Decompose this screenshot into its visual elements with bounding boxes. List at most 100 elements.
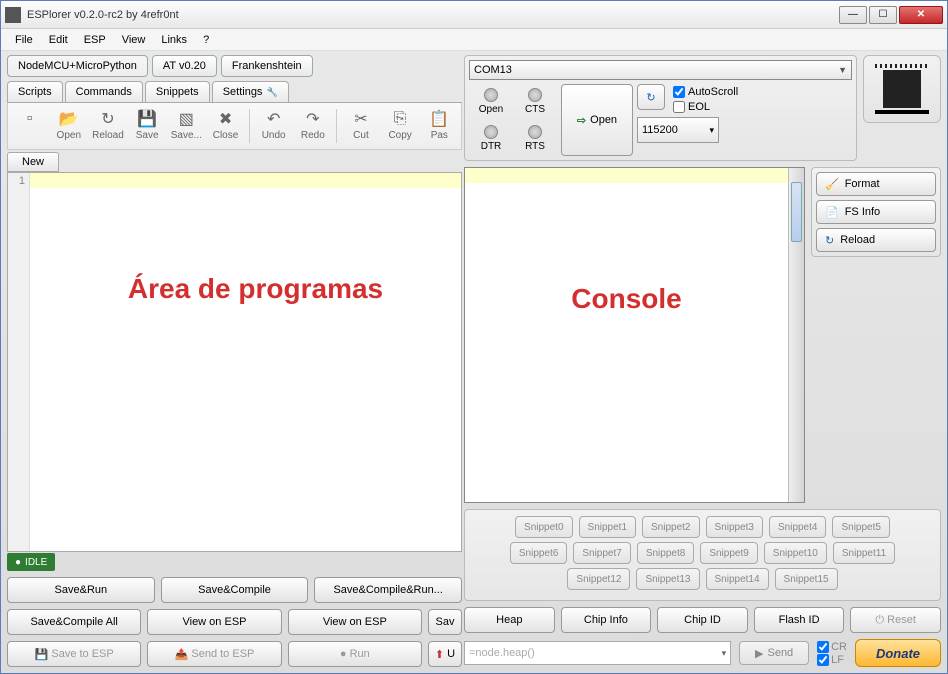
- file-tab-new[interactable]: New: [7, 152, 59, 172]
- send-to-esp-button[interactable]: 📤 Send to ESP: [147, 641, 281, 667]
- tb-close[interactable]: ✖Close: [206, 107, 245, 143]
- refresh-ports-button[interactable]: ↻: [637, 84, 665, 110]
- snippet-10[interactable]: Snippet10: [764, 542, 827, 564]
- snippet-12[interactable]: Snippet12: [567, 568, 630, 590]
- chip-icon: [883, 70, 921, 108]
- console-scrollbar[interactable]: [788, 168, 804, 502]
- chip-info-button[interactable]: Chip Info: [561, 607, 652, 633]
- chip-icon-button[interactable]: [863, 55, 941, 123]
- snippets-panel: Snippet0 Snippet1 Snippet2 Snippet3 Snip…: [464, 509, 941, 601]
- overlay-console-label: Console: [465, 283, 788, 315]
- com-port-select[interactable]: COM13: [469, 60, 852, 80]
- snippet-14[interactable]: Snippet14: [706, 568, 769, 590]
- lf-checkbox[interactable]: LF: [817, 654, 847, 666]
- upload-icon: ⬆: [435, 648, 444, 661]
- code-editor[interactable]: 1 Área de programas: [7, 172, 462, 552]
- cut-icon: ✂: [351, 109, 371, 129]
- snippet-2[interactable]: Snippet2: [642, 516, 699, 538]
- sav-cut-button[interactable]: Sav: [428, 609, 462, 635]
- open-port-button[interactable]: Open: [561, 84, 633, 156]
- baud-rate-select[interactable]: 115200: [637, 117, 719, 143]
- save-run-button[interactable]: Save&Run: [7, 577, 155, 603]
- firmware-tab-nodemcu[interactable]: NodeMCU+MicroPython: [7, 55, 148, 77]
- app-icon: [5, 7, 21, 23]
- status-badge: IDLE: [7, 553, 55, 571]
- tab-settings[interactable]: Settings: [212, 81, 289, 102]
- save-to-esp-icon: 💾: [35, 648, 49, 661]
- tb-copy[interactable]: ⎘Copy: [381, 107, 420, 143]
- flash-id-button[interactable]: Flash ID: [754, 607, 845, 633]
- tb-new[interactable]: ▫: [10, 107, 49, 132]
- firmware-tab-at[interactable]: AT v0.20: [152, 55, 217, 77]
- menu-file[interactable]: File: [9, 32, 39, 48]
- firmware-tab-franken[interactable]: Frankenshtein: [221, 55, 313, 77]
- console-output[interactable]: Console: [464, 167, 805, 503]
- menu-help[interactable]: ?: [197, 32, 215, 48]
- snippet-8[interactable]: Snippet8: [637, 542, 694, 564]
- format-icon: 🧹: [825, 178, 839, 191]
- file-new-icon: ▫: [20, 109, 40, 129]
- send-button[interactable]: ▶Send: [739, 641, 809, 665]
- donate-button[interactable]: Donate: [855, 639, 941, 667]
- snippet-4[interactable]: Snippet4: [769, 516, 826, 538]
- led-rts[interactable]: RTS: [513, 121, 557, 156]
- snippet-1[interactable]: Snippet1: [579, 516, 636, 538]
- led-dtr[interactable]: DTR: [469, 121, 513, 156]
- command-input[interactable]: =node.heap(): [464, 641, 731, 665]
- save-compile-run-button[interactable]: Save&Compile&Run...: [314, 577, 462, 603]
- snippet-13[interactable]: Snippet13: [636, 568, 699, 590]
- snippet-7[interactable]: Snippet7: [573, 542, 630, 564]
- led-icon: [528, 88, 542, 102]
- menu-esp[interactable]: ESP: [78, 32, 112, 48]
- save-compile-button[interactable]: Save&Compile: [161, 577, 309, 603]
- snippet-11[interactable]: Snippet11: [833, 542, 895, 564]
- snippet-9[interactable]: Snippet9: [700, 542, 757, 564]
- tb-open[interactable]: 📂Open: [49, 107, 88, 143]
- minimize-button[interactable]: [839, 6, 867, 24]
- connection-panel: COM13 Open CTS DTR RTS Open: [464, 55, 857, 161]
- led-icon: [484, 125, 498, 139]
- snippet-6[interactable]: Snippet6: [510, 542, 567, 564]
- tb-undo[interactable]: ↶Undo: [254, 107, 293, 143]
- format-button[interactable]: 🧹Format: [816, 172, 936, 196]
- snippet-0[interactable]: Snippet0: [515, 516, 572, 538]
- snippet-15[interactable]: Snippet15: [775, 568, 838, 590]
- heap-button[interactable]: Heap: [464, 607, 555, 633]
- run-button[interactable]: ● Run: [288, 641, 422, 667]
- snippet-3[interactable]: Snippet3: [706, 516, 763, 538]
- paste-icon: 📋: [429, 109, 449, 129]
- led-open: Open: [469, 84, 513, 119]
- tb-cut[interactable]: ✂Cut: [341, 107, 380, 143]
- maximize-button[interactable]: [869, 6, 897, 24]
- menu-view[interactable]: View: [116, 32, 152, 48]
- scrollbar-thumb[interactable]: [791, 182, 802, 242]
- tab-snippets[interactable]: Snippets: [145, 81, 210, 102]
- autoscroll-checkbox[interactable]: AutoScroll: [673, 86, 738, 98]
- editor-body[interactable]: Área de programas: [30, 173, 461, 551]
- view-on-esp-button-2[interactable]: View on ESP: [288, 609, 422, 635]
- tb-save[interactable]: 💾Save: [128, 107, 167, 143]
- tb-redo[interactable]: ↷Redo: [293, 107, 332, 143]
- close-window-button[interactable]: [899, 6, 943, 24]
- chip-id-button[interactable]: Chip ID: [657, 607, 748, 633]
- eol-checkbox[interactable]: EOL: [673, 101, 738, 113]
- tb-saveas[interactable]: ▧Save...: [167, 107, 206, 143]
- reset-button[interactable]: ⏻ Reset: [850, 607, 941, 633]
- cr-checkbox[interactable]: CR: [817, 641, 847, 653]
- menu-links[interactable]: Links: [155, 32, 193, 48]
- reload-fs-button[interactable]: ↻Reload: [816, 228, 936, 252]
- tb-paste[interactable]: 📋Pas: [420, 107, 459, 143]
- upload-cut-button[interactable]: ⬆ U: [428, 641, 462, 667]
- saveas-icon: ▧: [176, 109, 196, 129]
- fs-info-button[interactable]: 📄FS Info: [816, 200, 936, 224]
- save-compile-all-button[interactable]: Save&Compile All: [7, 609, 141, 635]
- tab-scripts[interactable]: Scripts: [7, 81, 63, 102]
- reload-icon: ↻: [825, 234, 834, 247]
- window-title: ESPlorer v0.2.0-rc2 by 4refr0nt: [27, 9, 839, 21]
- snippet-5[interactable]: Snippet5: [832, 516, 889, 538]
- view-on-esp-button[interactable]: View on ESP: [147, 609, 281, 635]
- save-to-esp-button[interactable]: 💾 Save to ESP: [7, 641, 141, 667]
- menu-edit[interactable]: Edit: [43, 32, 74, 48]
- tab-commands[interactable]: Commands: [65, 81, 143, 102]
- tb-reload[interactable]: ↻Reload: [88, 107, 127, 143]
